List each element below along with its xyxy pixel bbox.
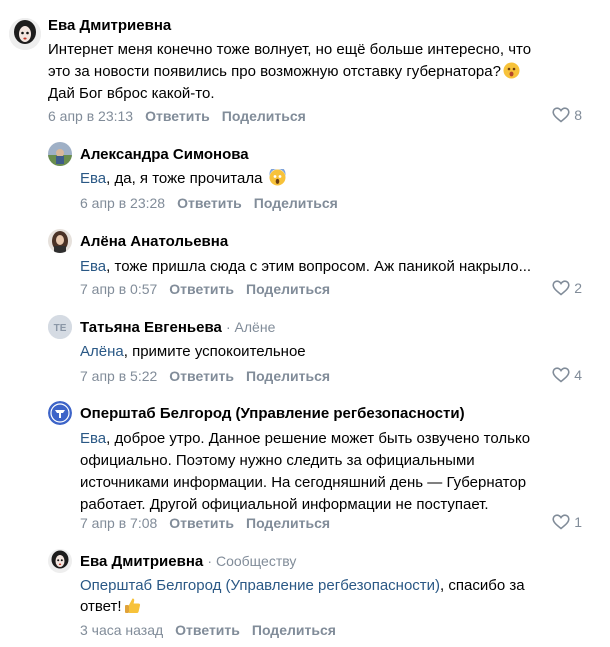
comment-text-line-content: это за новости появились про возможную о… xyxy=(48,63,501,80)
like-count: 4 xyxy=(574,367,582,383)
astonished-face-emoji xyxy=(503,62,520,79)
comment-author[interactable]: Оперштаб Белгород (Управление регбезопас… xyxy=(80,405,465,422)
thumbs-up-emoji xyxy=(124,597,141,614)
avatar[interactable] xyxy=(9,18,41,50)
comment-text: Алёна, примите успокоительное xyxy=(80,341,306,363)
reply-button[interactable]: Ответить xyxy=(169,368,234,384)
comment-author[interactable]: Ева Дмитриевна · Сообществу xyxy=(80,553,296,570)
share-button[interactable]: Поделиться xyxy=(254,195,338,211)
like-button[interactable]: 1 xyxy=(552,514,582,530)
comment-text-line: официально. Поэтому нужно следить за офи… xyxy=(80,452,475,469)
comment-text-content: , да, я тоже прочитала xyxy=(106,170,263,187)
comment-author[interactable]: Александра Симонова xyxy=(80,146,249,163)
mention-link[interactable]: Ева xyxy=(80,258,106,275)
like-count: 2 xyxy=(574,280,582,296)
mention-link[interactable]: Ева xyxy=(80,170,106,187)
comment-text-line: Оперштаб Белгород (Управление регбезопас… xyxy=(80,575,525,597)
like-count: 8 xyxy=(574,107,582,123)
comment-text-line: Дай Бог вброс какой-то. xyxy=(48,85,215,102)
heart-outline-icon xyxy=(552,514,570,530)
like-button[interactable]: 2 xyxy=(552,280,582,296)
comment-date[interactable]: 7 апр в 7:08 xyxy=(80,515,157,531)
like-button[interactable]: 8 xyxy=(552,107,582,123)
reply-button[interactable]: Ответить xyxy=(169,515,234,531)
share-button[interactable]: Поделиться xyxy=(252,622,336,638)
comment-author[interactable]: Татьяна Евгеньева · Алёне xyxy=(80,319,275,336)
avatar[interactable] xyxy=(48,142,72,166)
comment-date[interactable]: 7 апр в 5:22 xyxy=(80,368,157,384)
comment-text-line: работает. Другой официальной информации … xyxy=(80,496,489,513)
comment-meta: 7 апр в 0:57 Ответить Поделиться xyxy=(80,281,330,297)
avatar[interactable] xyxy=(48,549,72,573)
comment-text-line: это за новости появились про возможную о… xyxy=(48,61,520,83)
face-screaming-in-fear-emoji xyxy=(269,166,286,186)
mention-link[interactable]: Ева xyxy=(80,430,106,447)
comment-meta: 3 часа назад Ответить Поделиться xyxy=(80,622,336,638)
mention-link[interactable]: Алёна xyxy=(80,343,124,360)
comment-text-line: источниками информации. На сегодняшний д… xyxy=(80,474,527,491)
comment-author-name[interactable]: Татьяна Евгеньева xyxy=(80,319,222,336)
comment-text-content: , тоже пришла сюда с этим вопросом. Аж п… xyxy=(106,258,532,275)
comment-meta: 6 апр в 23:13 Ответить Поделиться xyxy=(48,108,306,124)
share-button[interactable]: Поделиться xyxy=(246,281,330,297)
heart-outline-icon xyxy=(552,280,570,296)
heart-outline-icon xyxy=(552,107,570,123)
comment-meta: 6 апр в 23:28 Ответить Поделиться xyxy=(80,195,338,211)
comment-text: Ева, да, я тоже прочитала xyxy=(80,166,286,190)
comment-text-content: , примите успокоительное xyxy=(123,343,306,360)
comment-date[interactable]: 3 часа назад xyxy=(80,622,163,638)
reply-button[interactable]: Ответить xyxy=(177,195,242,211)
comment-text-content: , спасибо за xyxy=(440,577,525,594)
comment-meta: 7 апр в 5:22 Ответить Поделиться xyxy=(80,368,330,384)
mention-link[interactable]: Оперштаб Белгород (Управление регбезопас… xyxy=(80,577,440,594)
avatar[interactable] xyxy=(48,229,72,253)
comment-date[interactable]: 7 апр в 0:57 xyxy=(80,281,157,297)
comment-meta: 7 апр в 7:08 Ответить Поделиться xyxy=(80,515,330,531)
reply-to-label[interactable]: · Алёне xyxy=(226,319,275,335)
reply-button[interactable]: Ответить xyxy=(169,281,234,297)
share-button[interactable]: Поделиться xyxy=(222,108,306,124)
comment-text-content: ответ! xyxy=(80,598,122,615)
svg-text:ТЕ: ТЕ xyxy=(54,323,67,334)
comment-text-line: ответ! xyxy=(80,596,141,618)
share-button[interactable]: Поделиться xyxy=(246,368,330,384)
comment-text-content: , доброе утро. Данное решение может быть… xyxy=(106,430,531,447)
comment-author[interactable]: Алёна Анатольевна xyxy=(80,233,228,250)
comment-date[interactable]: 6 апр в 23:13 xyxy=(48,108,133,124)
comment-date[interactable]: 6 апр в 23:28 xyxy=(80,195,165,211)
avatar[interactable]: ТЕ xyxy=(48,315,72,339)
like-count: 1 xyxy=(574,514,582,530)
share-button[interactable]: Поделиться xyxy=(246,515,330,531)
comment-author[interactable]: Ева Дмитриевна xyxy=(48,17,171,34)
heart-outline-icon xyxy=(552,367,570,383)
like-button[interactable]: 4 xyxy=(552,367,582,383)
comment-text: Ева, тоже пришла сюда с этим вопросом. А… xyxy=(80,256,531,278)
reply-button[interactable]: Ответить xyxy=(145,108,210,124)
comment-text-line: Ева, доброе утро. Данное решение может б… xyxy=(80,428,530,450)
comment-text-line: Интернет меня конечно тоже волнует, но е… xyxy=(48,41,532,58)
reply-button[interactable]: Ответить xyxy=(175,622,240,638)
reply-to-label[interactable]: · Сообществу xyxy=(207,553,296,569)
avatar[interactable] xyxy=(48,401,72,425)
comment-author-name[interactable]: Ева Дмитриевна xyxy=(80,553,203,570)
